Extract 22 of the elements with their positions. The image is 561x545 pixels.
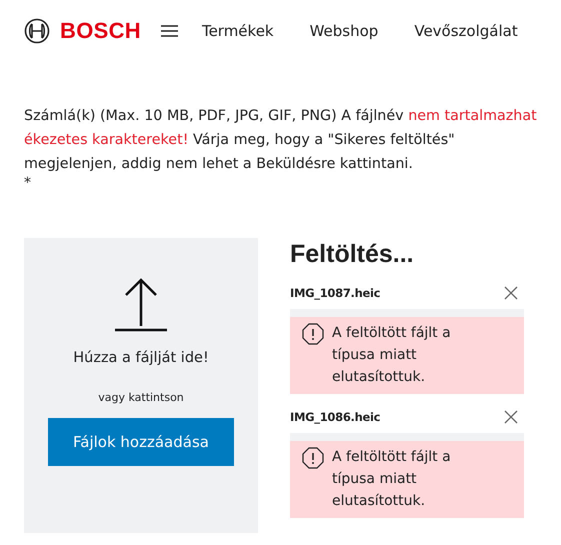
menu-icon[interactable] [160, 25, 178, 37]
file-name: IMG_1087.heic [290, 286, 380, 300]
add-files-button[interactable]: Fájlok hozzáadása [48, 418, 234, 466]
close-icon[interactable] [504, 286, 518, 300]
drop-subtitle: vagy kattintson [98, 391, 184, 404]
brand-logo[interactable]: BOSCH [60, 18, 141, 44]
upload-icon [113, 276, 169, 332]
logo-icon [24, 18, 50, 44]
error-text: A feltöltött fájlt a típusa miatt elutasítottuk. [332, 324, 452, 387]
instructions-text: Számlá(k) (Max. 10 MB, PDF, JPG, GIF, PNG) A fájlnév nem tartalmazhat ékezetes karaktereket! Várja meg, hogy a "Sikeres feltöltés" megjelenjen, addig nem lehet a Beküldésre kattintani. [24, 107, 538, 174]
drop-zone[interactable]: Húzza a fájlját ide! vagy kattintson Fájlok hozzáadása [24, 238, 258, 533]
required-mark: * [24, 175, 31, 191]
error-text: A feltöltött fájlt a típusa miatt elutasítottuk. [332, 448, 452, 511]
nav-link[interactable]: Vevőszolgálat [414, 22, 518, 40]
nav-link[interactable]: Webshop [310, 22, 378, 40]
nav-link[interactable]: Termékek [202, 22, 274, 40]
uploads-title: Feltöltés... [290, 240, 415, 270]
warning-icon [302, 323, 324, 345]
warning-icon [302, 447, 324, 469]
drop-title: Húzza a fájlját ide! [73, 350, 209, 366]
close-icon[interactable] [504, 410, 518, 424]
file-name: IMG_1086.heic [290, 410, 380, 424]
